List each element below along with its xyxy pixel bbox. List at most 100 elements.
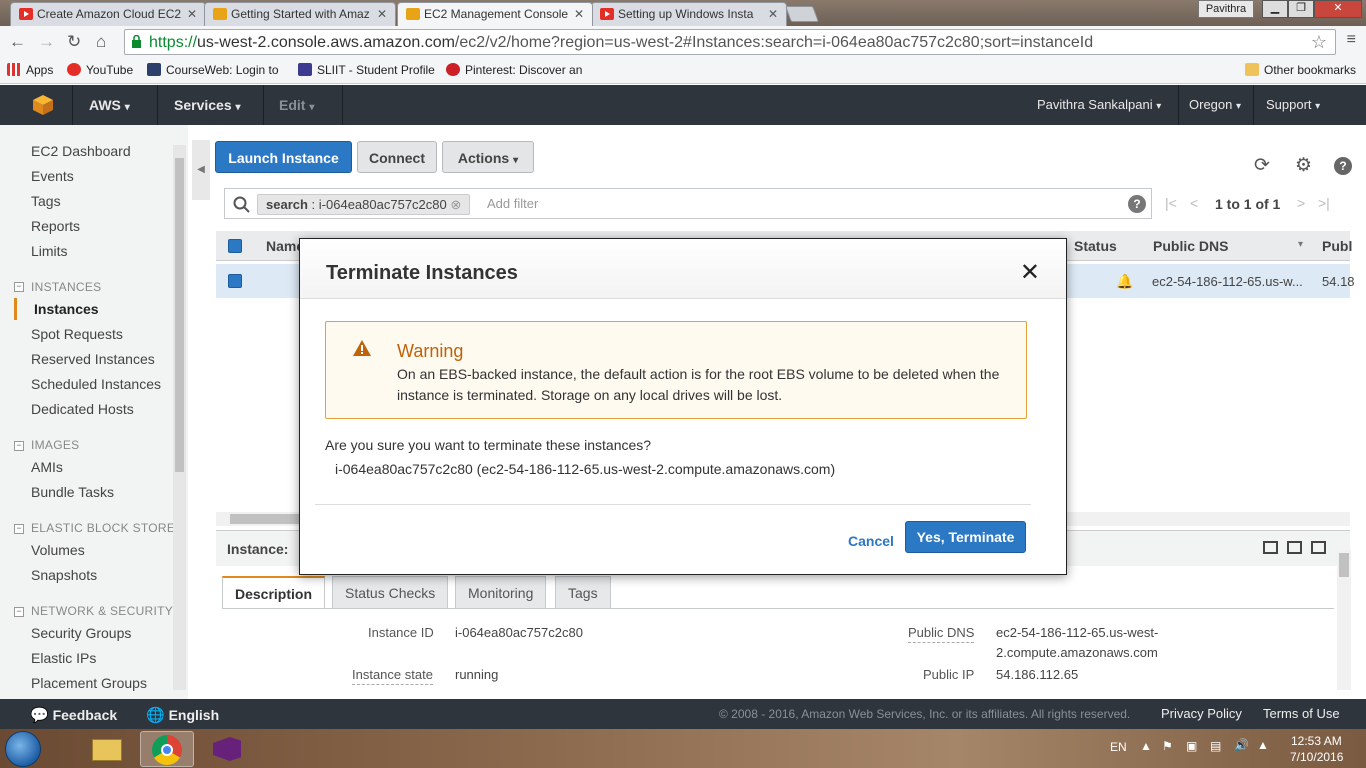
services-label: Services bbox=[174, 97, 232, 113]
yes-terminate-button[interactable]: Yes, Terminate bbox=[905, 521, 1026, 553]
reload-icon[interactable]: ↻ bbox=[67, 32, 81, 52]
visual-studio-icon[interactable] bbox=[200, 731, 254, 767]
window-close-button[interactable]: ✕ bbox=[1314, 0, 1362, 18]
bookmark-label: YouTube bbox=[86, 63, 134, 77]
home-icon[interactable]: ⌂ bbox=[96, 32, 106, 52]
services-menu[interactable]: Services ▾ bbox=[174, 97, 241, 113]
clock-date[interactable]: 7/10/2016 bbox=[1290, 750, 1343, 764]
header-divider bbox=[263, 85, 264, 125]
feedback-label: Feedback bbox=[52, 707, 118, 723]
dialog-header: Terminate Instances ✕ bbox=[300, 239, 1066, 299]
forward-arrow-icon[interactable]: → bbox=[38, 32, 55, 52]
close-icon[interactable]: ✕ bbox=[377, 7, 387, 21]
dialog-title: Terminate Instances bbox=[326, 262, 518, 284]
browser-tabstrip: Create Amazon Cloud EC2 ✕ Getting Starte… bbox=[0, 0, 1366, 26]
privacy-policy-link[interactable]: Privacy Policy bbox=[1161, 706, 1242, 721]
youtube-icon bbox=[19, 8, 33, 20]
copyright-text: © 2008 - 2016, Amazon Web Services, Inc.… bbox=[719, 707, 1131, 721]
device-icon[interactable]: ▣ bbox=[1186, 739, 1197, 753]
aws-menu[interactable]: AWS ▾ bbox=[89, 97, 130, 113]
action-center-flag-icon[interactable]: ⚑ bbox=[1162, 739, 1173, 753]
courseweb-icon bbox=[147, 63, 161, 76]
chrome-menu-icon[interactable]: ≡ bbox=[1347, 31, 1356, 49]
tab-title: Getting Started with Amaz bbox=[231, 7, 370, 21]
close-icon[interactable]: ✕ bbox=[1020, 258, 1040, 287]
browser-tab-create-amazon[interactable]: Create Amazon Cloud EC2 ✕ bbox=[10, 2, 206, 26]
windows-start-icon[interactable] bbox=[5, 731, 41, 767]
edit-menu[interactable]: Edit ▾ bbox=[279, 97, 314, 113]
other-bookmarks[interactable]: Other bookmarks bbox=[1245, 63, 1356, 77]
bookmark-courseweb[interactable]: CourseWeb: Login to bbox=[147, 63, 279, 77]
show-hidden-icons-icon[interactable]: ▲ bbox=[1140, 739, 1152, 753]
browser-tab-setting-up-windows[interactable]: Setting up Windows Insta ✕ bbox=[591, 2, 787, 26]
feedback-link[interactable]: 💬 Feedback bbox=[30, 706, 117, 724]
chevron-down-icon: ▾ bbox=[1315, 101, 1321, 112]
warning-box: Warning On an EBS-backed instance, the d… bbox=[325, 321, 1027, 419]
header-divider bbox=[72, 85, 73, 125]
url-path: /ec2/v2/home?region=us-west-2#Instances:… bbox=[454, 34, 1094, 51]
confirm-question: Are you sure you want to terminate these… bbox=[325, 437, 652, 453]
chevron-down-icon: ▾ bbox=[235, 102, 241, 113]
address-bar[interactable]: https://us-west-2.console.aws.amazon.com… bbox=[124, 29, 1336, 55]
browser-tab-getting-started[interactable]: Getting Started with Amaz ✕ bbox=[204, 2, 396, 26]
youtube-icon bbox=[67, 63, 81, 76]
url-scheme: https:// bbox=[149, 34, 198, 51]
bookmark-apps[interactable]: Apps bbox=[7, 63, 53, 77]
aws-icon bbox=[213, 8, 227, 20]
instance-to-terminate: i-064ea80ac757c2c80 (ec2-54-186-112-65.u… bbox=[335, 461, 836, 477]
user-menu[interactable]: Pavithra Sankalpani ▾ bbox=[1037, 97, 1161, 112]
edit-label: Edit bbox=[279, 97, 306, 113]
chevron-down-icon: ▾ bbox=[1156, 101, 1162, 112]
header-divider bbox=[342, 85, 343, 125]
network-icon[interactable]: ▤ bbox=[1210, 739, 1221, 753]
aws-icon bbox=[406, 8, 420, 20]
bookmark-label: Other bookmarks bbox=[1264, 63, 1357, 77]
minimize-button[interactable]: ▁ bbox=[1262, 0, 1288, 18]
url-host: us-west-2.console.aws.amazon.com bbox=[197, 34, 455, 51]
speech-bubble-icon: 💬 bbox=[30, 707, 49, 724]
chevron-down-icon: ▾ bbox=[1236, 101, 1242, 112]
browser-tab-ec2-console[interactable]: EC2 Management Console ✕ bbox=[397, 2, 593, 26]
close-icon[interactable]: ✕ bbox=[768, 7, 778, 21]
user-name: Pavithra Sankalpani bbox=[1037, 97, 1153, 112]
bookmark-label: CourseWeb: Login to bbox=[166, 63, 279, 77]
bookmark-youtube[interactable]: YouTube bbox=[67, 63, 133, 77]
console-footer: 💬 Feedback 🌐 English © 2008 - 2016, Amaz… bbox=[0, 699, 1366, 729]
chevron-down-icon: ▾ bbox=[124, 102, 130, 113]
bookmark-star-icon[interactable]: ☆ bbox=[1311, 32, 1327, 53]
apps-grid-icon bbox=[7, 63, 21, 76]
bookmark-pinterest[interactable]: Pinterest: Discover an bbox=[446, 63, 582, 77]
file-explorer-icon[interactable] bbox=[80, 731, 134, 767]
url-text: https://us-west-2.console.aws.amazon.com… bbox=[149, 34, 1093, 52]
region-menu[interactable]: Oregon ▾ bbox=[1189, 97, 1241, 112]
sliit-icon bbox=[298, 63, 312, 76]
language-label: English bbox=[168, 707, 220, 723]
lock-icon bbox=[132, 35, 141, 48]
volume-icon[interactable]: 🔊 bbox=[1234, 738, 1249, 752]
clock-time[interactable]: 12:53 AM bbox=[1291, 734, 1342, 748]
bookmark-sliit[interactable]: SLIIT - Student Profile bbox=[298, 63, 435, 77]
close-icon[interactable]: ✕ bbox=[187, 7, 197, 21]
cancel-button[interactable]: Cancel bbox=[848, 533, 894, 549]
back-arrow-icon[interactable]: ← bbox=[9, 32, 26, 52]
tab-title: Setting up Windows Insta bbox=[618, 7, 754, 21]
header-divider bbox=[1178, 85, 1179, 125]
terms-of-use-link[interactable]: Terms of Use bbox=[1263, 706, 1340, 721]
google-drive-icon[interactable]: ▲ bbox=[1257, 738, 1269, 752]
aws-console-header: AWS ▾ Services ▾ Edit ▾ Pavithra Sankalp… bbox=[0, 85, 1366, 125]
profile-button[interactable]: Pavithra bbox=[1198, 0, 1254, 18]
chrome-icon[interactable] bbox=[140, 731, 194, 767]
globe-icon: 🌐 bbox=[146, 707, 165, 724]
language-selector[interactable]: 🌐 English bbox=[146, 706, 219, 724]
close-icon[interactable]: ✕ bbox=[574, 7, 584, 21]
warning-title: Warning bbox=[397, 341, 464, 361]
language-indicator[interactable]: EN bbox=[1110, 740, 1127, 754]
header-divider bbox=[1253, 85, 1254, 125]
tab-title: EC2 Management Console bbox=[424, 7, 569, 21]
support-menu[interactable]: Support ▾ bbox=[1266, 97, 1320, 112]
bookmark-label: Apps bbox=[26, 63, 54, 77]
bookmarks-bar: Apps YouTube CourseWeb: Login to SLIIT -… bbox=[0, 58, 1366, 84]
aws-cube-icon[interactable] bbox=[32, 94, 54, 116]
new-tab-button[interactable] bbox=[785, 6, 819, 22]
maximize-button[interactable]: ❐ bbox=[1288, 0, 1314, 18]
